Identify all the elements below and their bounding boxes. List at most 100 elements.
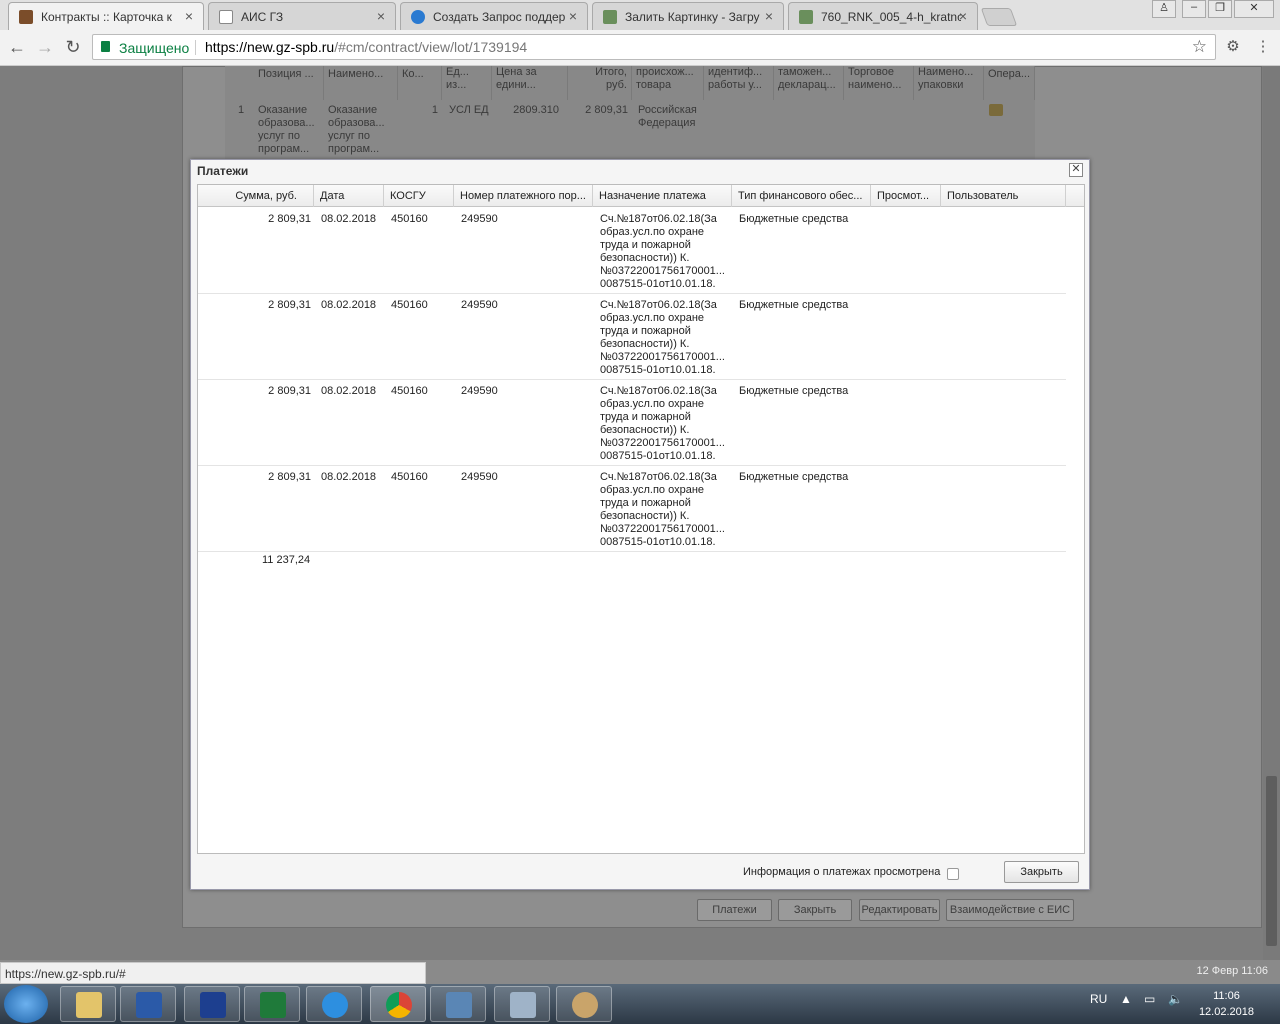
payments-dialog: Платежи ✕ Сумма, руб. Дата КОСГУ Номер п… (190, 159, 1090, 890)
column-header-viewed[interactable]: Просмот... (871, 185, 941, 207)
paint-icon (572, 992, 598, 1018)
column-header[interactable]: Торговое наимено... (844, 66, 914, 100)
table-row[interactable]: 2 809,31 08.02.2018 450160 249590 Сч.№18… (198, 466, 1066, 552)
close-card-button[interactable]: Закрыть (778, 899, 852, 921)
tab-support-request[interactable]: Создать Запрос поддер × (400, 2, 588, 30)
taskbar-ie[interactable] (306, 986, 362, 1022)
profile-icon[interactable]: ♙ (1152, 0, 1176, 18)
taskbar-word[interactable] (120, 986, 176, 1022)
payment-number-cell: 249590 (461, 213, 498, 225)
bookmark-star-icon[interactable]: ☆ (1192, 37, 1207, 57)
start-button[interactable] (4, 985, 48, 1023)
volume-icon[interactable]: 🔈 (1168, 992, 1183, 1006)
clock[interactable]: 11:06 12.02.2018 (1199, 988, 1254, 1020)
tab-contracts[interactable]: Контракты :: Карточка к × (8, 2, 204, 31)
column-header[interactable]: Опера... (984, 66, 1035, 100)
column-header-payment-number[interactable]: Номер платежного пор... (454, 185, 593, 207)
column-header-sum[interactable]: Сумма, руб. (198, 185, 314, 207)
column-header[interactable]: Ко... (398, 66, 442, 100)
taskbar-chrome[interactable] (370, 986, 426, 1022)
taskbar-excel[interactable] (244, 986, 300, 1022)
taskbar-scanner[interactable] (494, 986, 550, 1022)
language-indicator[interactable]: RU (1090, 992, 1107, 1006)
status-date: 12 Февр 11:06 (1196, 965, 1269, 977)
column-header-user[interactable]: Пользователь (941, 185, 1066, 207)
taskbar-images[interactable] (430, 986, 486, 1022)
chrome-icon (386, 992, 412, 1018)
table-row[interactable]: 2 809,31 08.02.2018 450160 249590 Сч.№18… (198, 294, 1066, 380)
taskbar-explorer[interactable] (60, 986, 116, 1022)
tray-arrow-icon[interactable]: ▲ (1120, 992, 1132, 1006)
payments-grid: Сумма, руб. Дата КОСГУ Номер платежного … (197, 184, 1085, 854)
column-header[interactable]: Ед... из... (442, 66, 492, 100)
page-scrollbar[interactable] (1263, 66, 1280, 960)
taskbar: RU ▲ ▭ 🔈 11:06 12.02.2018 (0, 984, 1280, 1024)
internet-explorer-icon (322, 992, 348, 1018)
column-header-kosgu[interactable]: КОСГУ (384, 185, 454, 207)
column-header[interactable]: идентиф... работы у... (704, 66, 774, 100)
tab-strip: Контракты :: Карточка к × АИС ГЗ × Создать… (0, 0, 1280, 31)
sum-cell: 2 809,31 (268, 213, 311, 225)
new-tab-button[interactable] (980, 8, 1018, 26)
kosgu-cell: 450160 (391, 299, 428, 311)
close-icon[interactable]: ✕ (1069, 163, 1083, 177)
column-header[interactable]: Цена за едини... (492, 66, 568, 100)
secure-label: Защищено (119, 40, 190, 56)
scroll-document-icon[interactable] (989, 104, 1003, 116)
extension-icon[interactable]: ⚙ (1222, 36, 1244, 58)
column-header[interactable]: Итого, руб. (568, 66, 632, 100)
taskbar-phone[interactable] (184, 986, 240, 1022)
unit-cell: УСЛ ЕД (449, 104, 489, 116)
column-header[interactable]: происхож... товара (632, 66, 704, 100)
back-icon[interactable]: ← (6, 36, 28, 58)
column-header-date[interactable]: Дата (314, 185, 384, 207)
purpose-cell: Сч.№187от06.02.18(За образ.усл.по охране т… (600, 385, 725, 462)
close-button[interactable]: Закрыть (1004, 861, 1079, 883)
restore-button[interactable]: ❐ (1208, 0, 1232, 18)
forward-icon[interactable]: → (34, 36, 56, 58)
folder-icon (76, 992, 102, 1018)
tab-image-file[interactable]: 760_RNK_005_4-h_kratnc × (788, 2, 978, 30)
column-header-finance-type[interactable]: Тип финансового обес... (732, 185, 871, 207)
eis-interaction-button[interactable]: Взаимодействие с ЕИС (946, 899, 1074, 921)
close-tab-icon[interactable]: × (377, 8, 385, 24)
url-text: https://new.gz-spb.ru/#cm/contract/view/… (205, 39, 528, 55)
close-window-button[interactable]: ✕ (1234, 0, 1274, 18)
address-bar[interactable]: Защищено https://new.gz-spb.ru/#cm/contr… (92, 34, 1216, 60)
column-header[interactable]: таможен... декларац... (774, 66, 844, 100)
taskbar-paint[interactable] (556, 986, 612, 1022)
payments-button[interactable]: Платежи (697, 899, 772, 921)
network-icon[interactable]: ▭ (1144, 992, 1155, 1006)
status-bar-url: https://new.gz-spb.ru/# (0, 962, 426, 984)
sum-cell: 2 809,31 (268, 385, 311, 397)
column-header[interactable]: Наимено... (324, 66, 398, 100)
payment-number-cell: 249590 (461, 385, 498, 397)
column-header[interactable]: Позиция ... (254, 66, 324, 100)
lot-positions-grid: Позиция ... Наимено... Ко... Ед... из...… (225, 66, 1035, 160)
minimize-button[interactable]: – (1182, 0, 1206, 18)
close-tab-icon[interactable]: × (765, 8, 773, 24)
word-icon (136, 992, 162, 1018)
phone-icon (200, 992, 226, 1018)
table-row[interactable]: 2 809,31 08.02.2018 450160 249590 Сч.№18… (198, 208, 1066, 294)
viewed-checkbox[interactable] (947, 868, 959, 880)
help-icon (411, 10, 425, 24)
column-header-purpose[interactable]: Назначение платежа (593, 185, 732, 207)
tab-ais-gz[interactable]: АИС ГЗ × (208, 2, 396, 30)
table-row[interactable]: 2 809,31 08.02.2018 450160 249590 Сч.№18… (198, 380, 1066, 466)
scrollbar-thumb[interactable] (1266, 776, 1277, 946)
tab-upload-image[interactable]: Залить Картинку - Загру × (592, 2, 784, 30)
edit-button[interactable]: Редактировать (859, 899, 940, 921)
close-tab-icon[interactable]: × (959, 8, 967, 24)
kosgu-cell: 450160 (391, 385, 428, 397)
close-tab-icon[interactable]: × (569, 8, 577, 24)
finance-type-cell: Бюджетные средства (739, 299, 849, 311)
column-header[interactable]: Наимено... упаковки (914, 66, 984, 100)
kosgu-cell: 450160 (391, 471, 428, 483)
menu-icon[interactable]: ⋮ (1252, 36, 1274, 58)
reload-icon[interactable]: ↻ (62, 36, 84, 58)
date-cell: 08.02.2018 (321, 471, 377, 483)
divider (195, 40, 196, 55)
close-tab-icon[interactable]: × (185, 8, 193, 24)
date-cell: 08.02.2018 (321, 213, 377, 225)
